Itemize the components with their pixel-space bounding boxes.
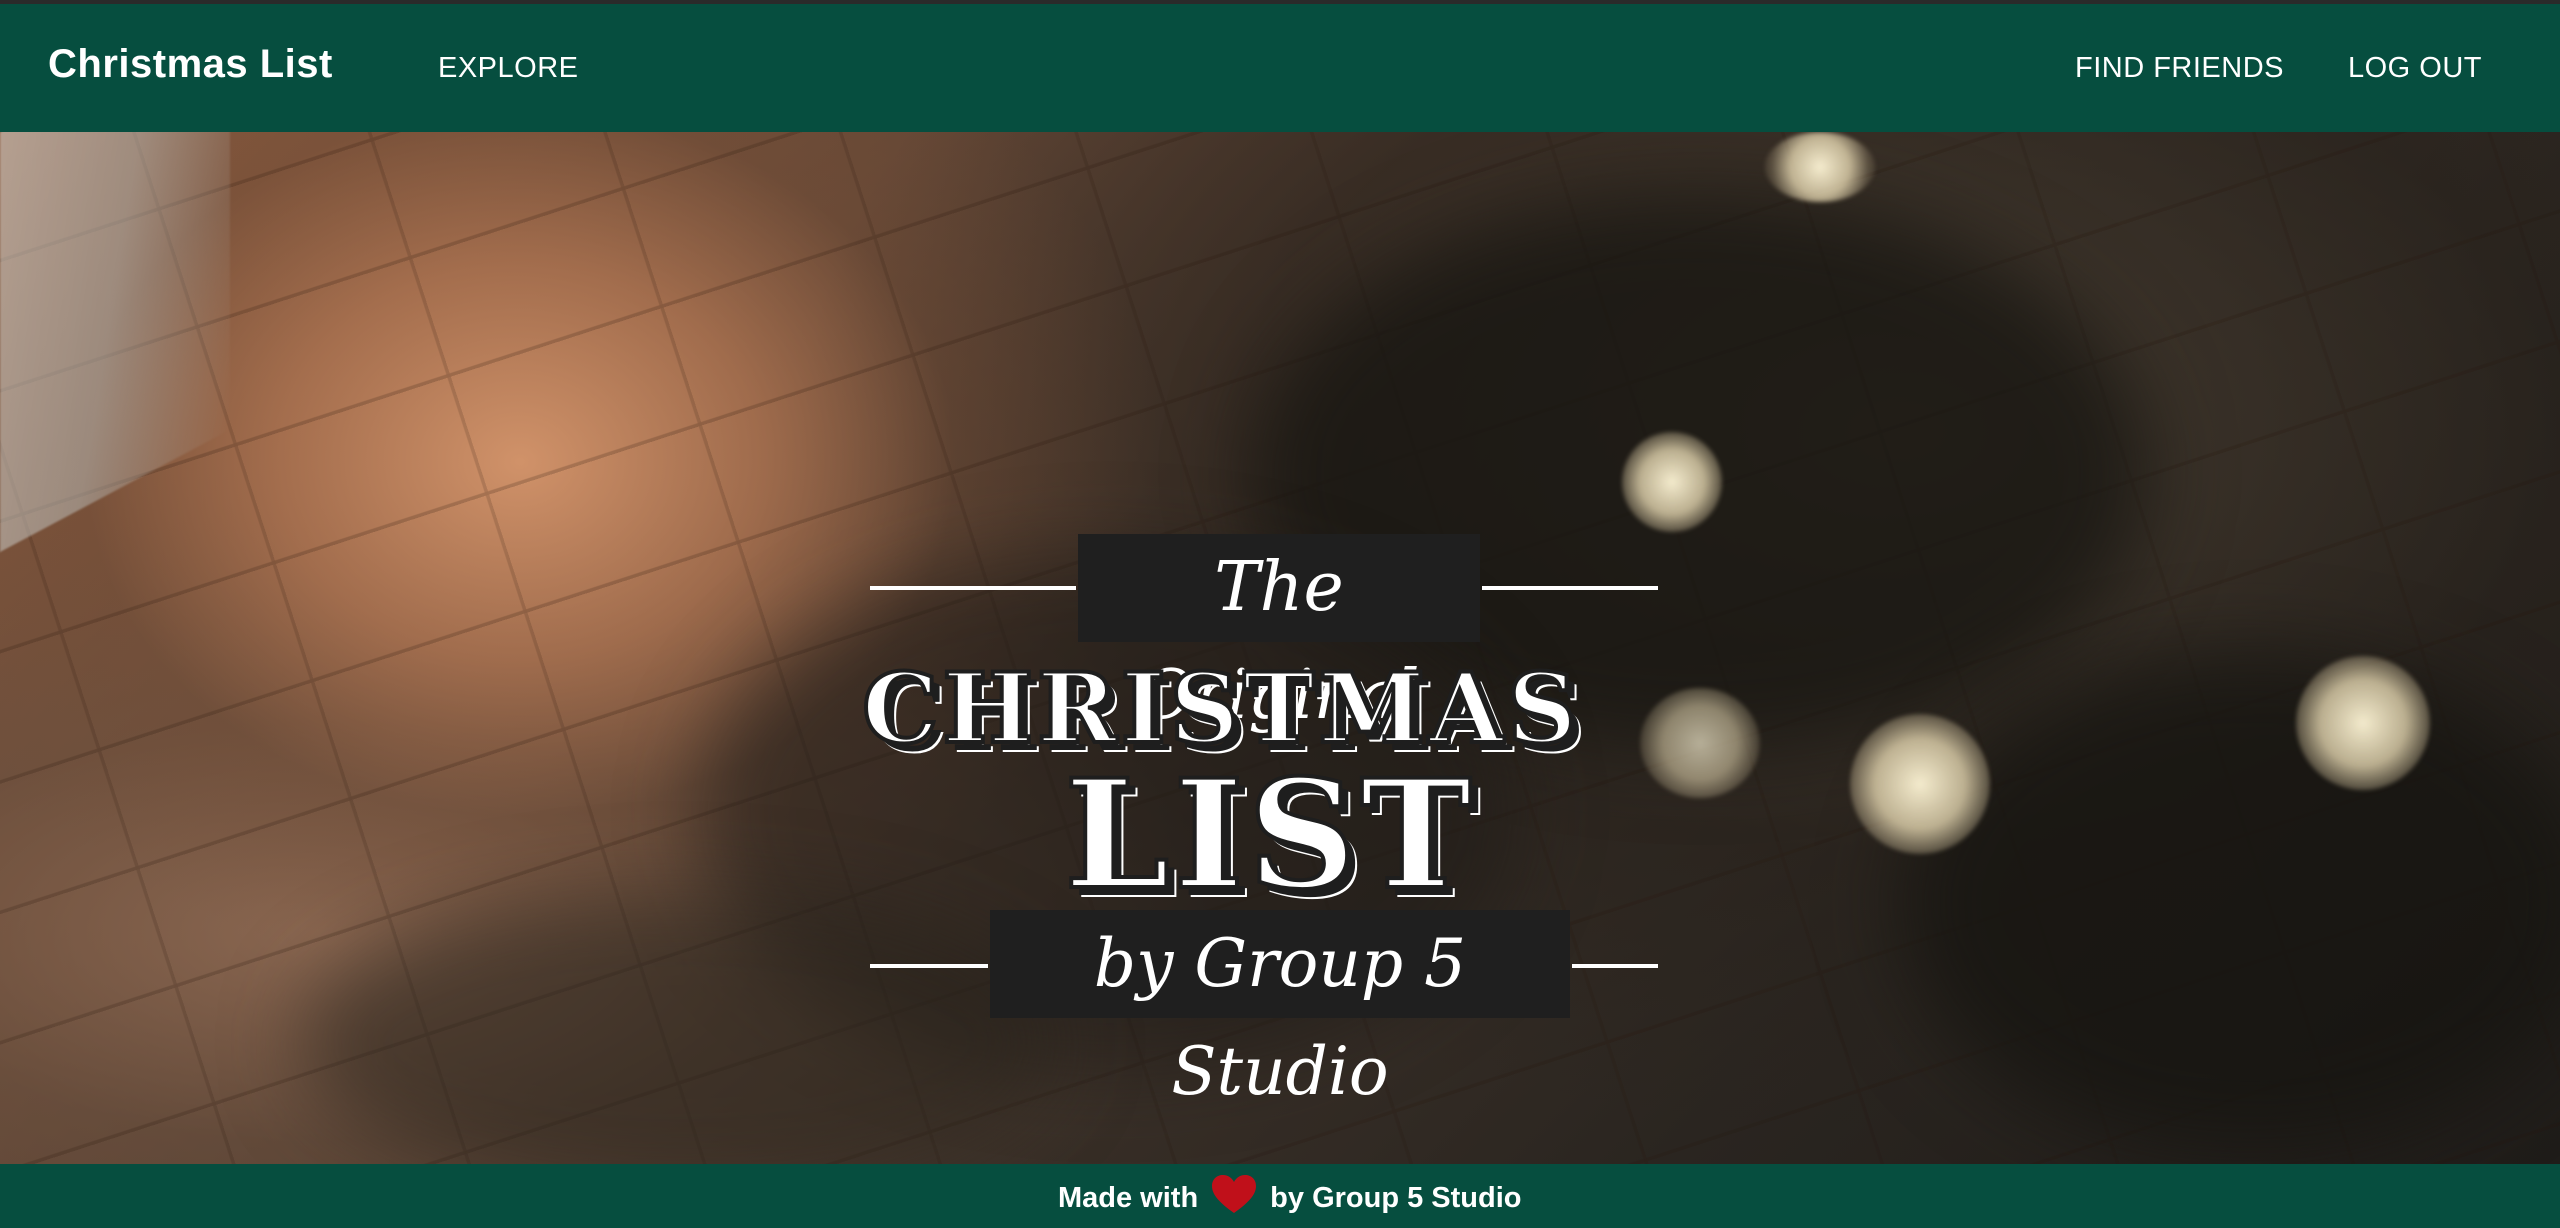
hero-bokeh-light xyxy=(1850,714,1990,854)
brand-link[interactable]: Christmas List xyxy=(48,42,333,87)
hero-logo-lockup: The Original CHRISTMAS LIST by Group 5 S… xyxy=(860,534,1770,1110)
logo-tagline-bottom: by Group 5 Studio xyxy=(990,910,1570,1110)
hero-bokeh-light xyxy=(1765,132,1875,202)
logo-tagline-top: The Original xyxy=(1078,534,1480,735)
logo-rule xyxy=(870,586,1076,590)
logo-rule xyxy=(870,964,988,968)
heart-icon xyxy=(1212,1175,1257,1215)
logo-title-list: LIST xyxy=(1062,747,1476,923)
footer-studio-text: by Group 5 Studio xyxy=(1270,1181,1522,1214)
nav-find-friends-link[interactable]: FIND FRIENDS xyxy=(2075,52,2284,85)
hero-bokeh-light xyxy=(1622,432,1722,532)
logo-rule xyxy=(1572,964,1658,968)
page: Christmas List EXPLORE FIND FRIENDS LOG … xyxy=(0,0,2560,1228)
nav-log-out-link[interactable]: LOG OUT xyxy=(2348,52,2482,85)
footer-credit: Made with by Group 5 Studio xyxy=(1058,1175,1522,1218)
logo-rule xyxy=(1482,586,1658,590)
hero-banner: The Original CHRISTMAS LIST by Group 5 S… xyxy=(0,132,2560,1164)
nav-explore-link[interactable]: EXPLORE xyxy=(438,52,579,85)
top-navigation-bar: Christmas List EXPLORE FIND FRIENDS LOG … xyxy=(0,0,2560,132)
hero-bokeh-light xyxy=(2296,656,2430,790)
footer-made-with-text: Made with xyxy=(1058,1181,1199,1214)
page-footer: Made with by Group 5 Studio xyxy=(0,1164,2560,1228)
